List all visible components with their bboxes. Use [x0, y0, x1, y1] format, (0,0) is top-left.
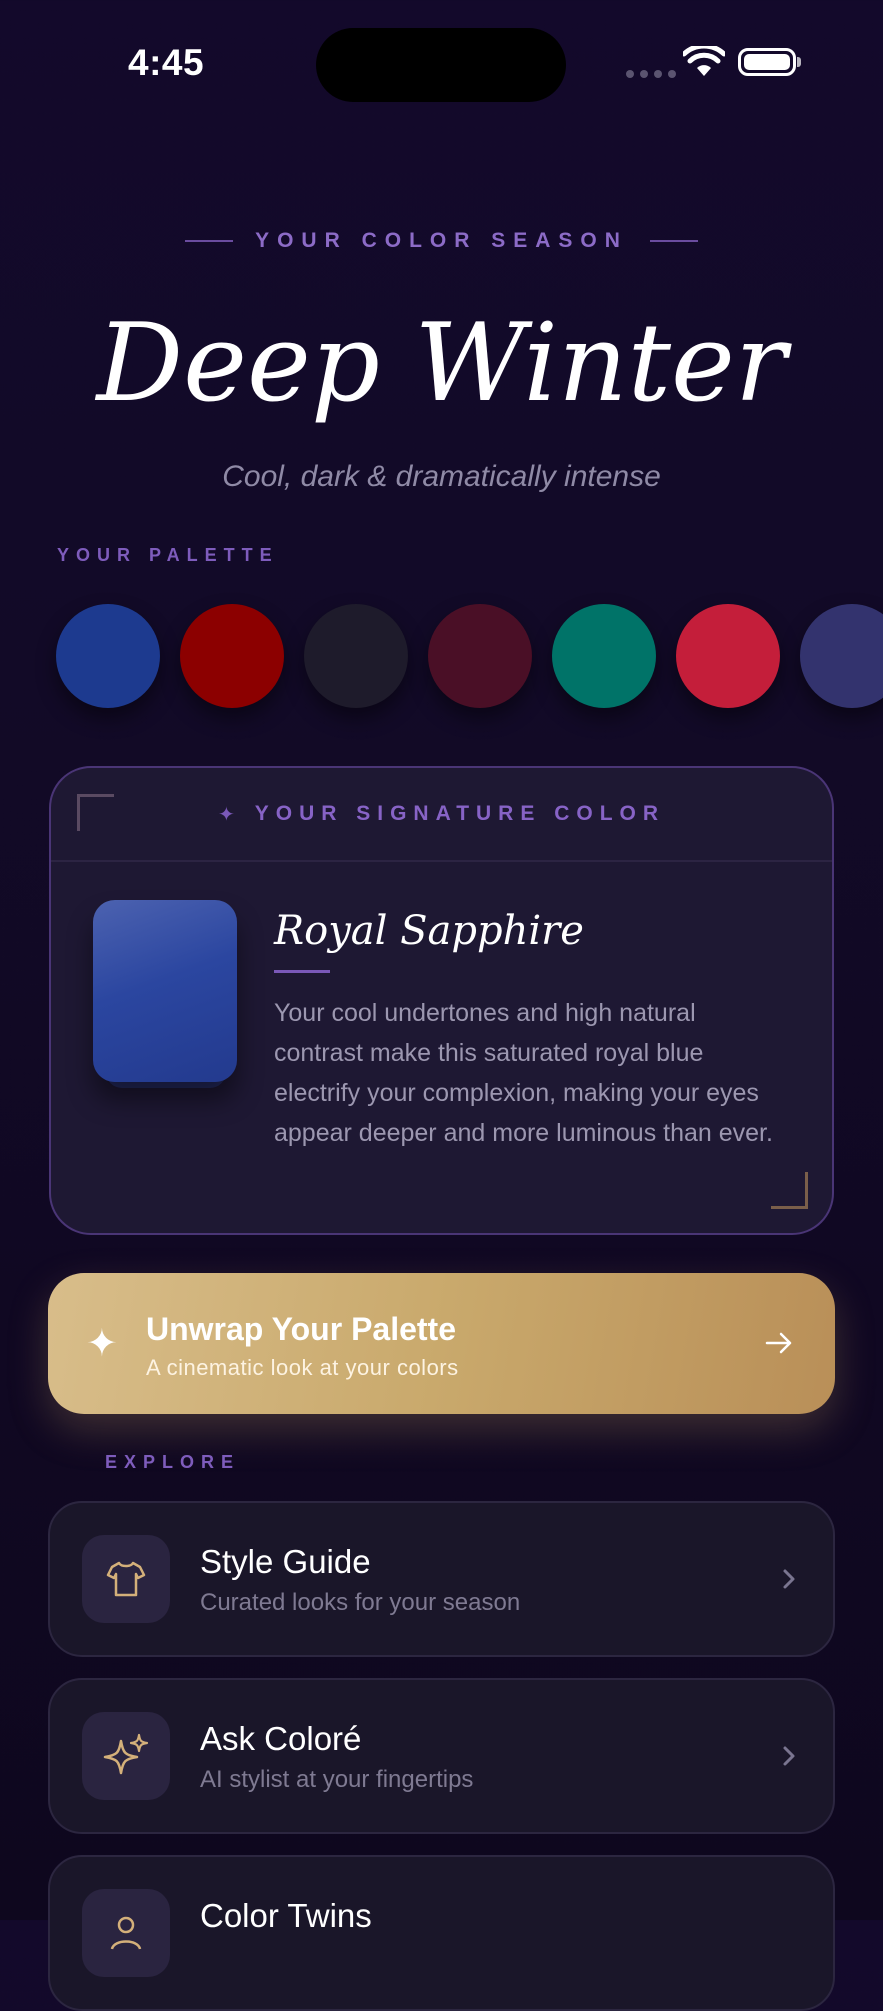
list-item-title: Ask Coloré	[200, 1720, 362, 1757]
palette-swatch[interactable]	[304, 604, 408, 708]
list-item-color-twins[interactable]: Color Twins	[48, 1855, 835, 2011]
arrow-right-icon	[763, 1327, 795, 1364]
dynamic-island	[316, 28, 566, 102]
cta-title: Unwrap Your Palette	[146, 1311, 456, 1347]
corner-bracket-decoration	[77, 794, 114, 831]
unwrap-palette-button[interactable]: ✦ Unwrap Your Palette A cinematic look a…	[48, 1273, 835, 1414]
signature-description: Your cool undertones and high natural co…	[274, 999, 773, 1147]
season-label-text: YOUR COLOR SEASON	[255, 229, 628, 252]
chevron-right-icon	[779, 1736, 799, 1781]
season-tagline: Cool, dark & dramatically intense	[222, 460, 661, 493]
sparkles-icon	[82, 1712, 170, 1800]
sparkle-icon: ✦	[86, 1323, 118, 1365]
battery-icon	[738, 48, 796, 76]
list-item-subtitle: AI stylist at your fingertips	[200, 1766, 474, 1793]
signature-divider	[274, 970, 330, 973]
divider-line	[185, 240, 234, 242]
wifi-icon	[681, 43, 727, 83]
status-time: 4:45	[128, 42, 205, 83]
corner-bracket-decoration	[771, 1172, 808, 1209]
list-item-title: Style Guide	[200, 1543, 371, 1580]
cellular-signal-icon	[626, 70, 676, 78]
signature-card-header: ✦ YOUR SIGNATURE COLOR	[51, 768, 832, 862]
list-item-ask-colore[interactable]: Ask Coloré AI stylist at your fingertips	[48, 1678, 835, 1834]
list-item-subtitle: Curated looks for your season	[200, 1589, 521, 1616]
palette-swatch[interactable]	[800, 604, 883, 708]
season-label: YOUR COLOR SEASON	[0, 229, 883, 253]
palette-swatch[interactable]	[428, 604, 532, 708]
tshirt-icon	[82, 1535, 170, 1623]
list-item-title: Color Twins	[200, 1897, 372, 1934]
palette-swatches	[56, 604, 883, 708]
explore-label: EXPLORE	[105, 1452, 241, 1472]
palette-swatch[interactable]	[180, 604, 284, 708]
signature-color-swatch	[93, 900, 237, 1082]
palette-label: YOUR PALETTE	[57, 545, 279, 565]
list-item-style-guide[interactable]: Style Guide Curated looks for your seaso…	[48, 1501, 835, 1657]
season-title: Deep Winter	[96, 301, 787, 426]
cta-subtitle: A cinematic look at your colors	[146, 1355, 459, 1380]
palette-swatch[interactable]	[552, 604, 656, 708]
battery-tip	[797, 57, 801, 67]
palette-swatch[interactable]	[676, 604, 780, 708]
palette-swatch[interactable]	[56, 604, 160, 708]
sparkle-icon: ✦	[217, 803, 235, 826]
divider-line	[649, 240, 698, 242]
chevron-right-icon	[779, 1559, 799, 1604]
person-icon	[82, 1889, 170, 1977]
signature-color-name: Royal Sapphire	[274, 908, 584, 954]
signature-label: YOUR SIGNATURE COLOR	[254, 802, 666, 825]
signature-color-card: ✦ YOUR SIGNATURE COLOR Royal Sapphire Yo…	[49, 766, 834, 1235]
